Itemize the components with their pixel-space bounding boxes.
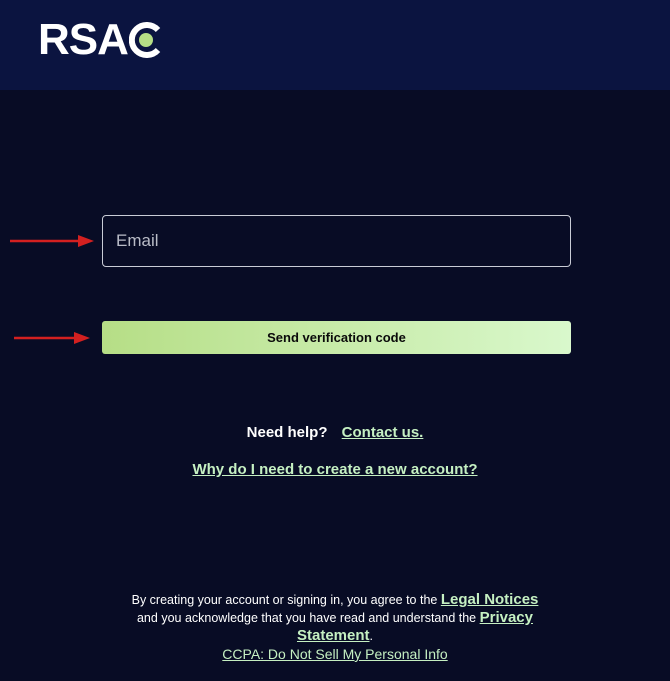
legal-notice: By creating your account or signing in, …	[110, 591, 560, 664]
contact-us-link[interactable]: Contact us.	[342, 424, 424, 441]
need-help-text: Need help?	[246, 424, 328, 441]
why-new-account-link[interactable]: Why do I need to create a new account?	[192, 461, 477, 478]
legal-text-3: .	[369, 629, 373, 643]
red-arrow-right-icon	[10, 235, 94, 247]
send-verification-code-button[interactable]: Send verification code	[102, 321, 571, 354]
rsac-logo[interactable]: RSA	[38, 18, 163, 62]
red-arrow-right-icon	[14, 332, 90, 344]
help-row: Need help? Contact us.	[0, 424, 670, 441]
why-new-account-row: Why do I need to create a new account?	[0, 461, 670, 478]
trademark-symbol: ™	[130, 36, 135, 42]
email-input[interactable]	[102, 215, 571, 267]
logo-wordmark: RSA	[38, 15, 129, 64]
legal-text-1: By creating your account or signing in, …	[131, 593, 441, 607]
legal-notices-link[interactable]: Legal Notices	[441, 591, 539, 608]
header-bar: RSA ™	[0, 0, 670, 90]
ccpa-link[interactable]: CCPA: Do Not Sell My Personal Info	[222, 646, 447, 662]
legal-text-2: and you acknowledge that you have read a…	[136, 611, 480, 625]
